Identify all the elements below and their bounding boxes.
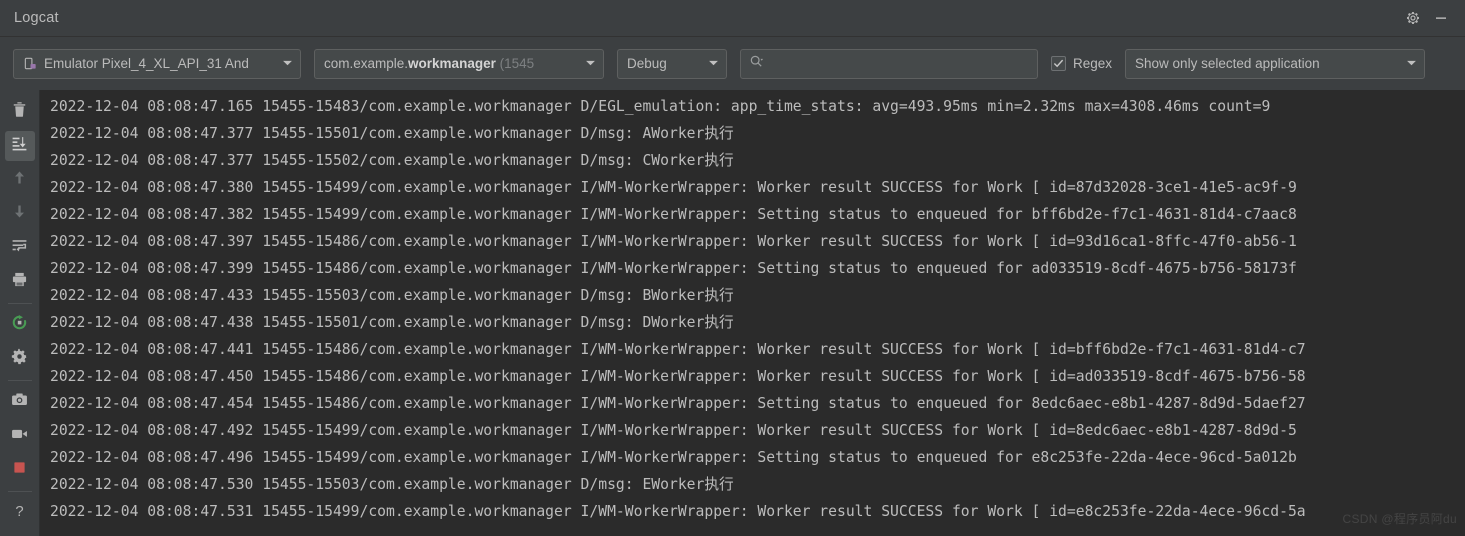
sidebar-divider	[7, 491, 32, 492]
log-line: 2022-12-04 08:08:47.399 15455-15486/com.…	[50, 260, 1297, 277]
scroll-to-end-button[interactable]	[4, 131, 35, 161]
process-package-prefix: com.example.	[324, 56, 409, 71]
device-selector[interactable]: Emulator Pixel_4_XL_API_31 And	[13, 48, 301, 79]
screenshot-button[interactable]	[5, 387, 35, 417]
arrow-down-icon	[11, 203, 28, 225]
restart-button[interactable]	[5, 310, 35, 340]
screen-record-button[interactable]	[5, 421, 35, 451]
camera-icon	[11, 391, 28, 413]
page-title: Logcat	[14, 10, 59, 26]
log-line: 2022-12-04 08:08:47.492 15455-15499/com.…	[50, 422, 1297, 439]
log-line: 2022-12-04 08:08:47.438 15455-15501/com.…	[50, 314, 734, 331]
logcat-body: ? 2022-12-04 08:08:47.165 15455-15483/co…	[0, 90, 1465, 536]
settings-button[interactable]	[5, 344, 35, 374]
process-package-name: workmanager	[408, 56, 496, 71]
log-line: 2022-12-04 08:08:47.397 15455-15486/com.…	[50, 233, 1297, 250]
log-line: 2022-12-04 08:08:47.496 15455-15499/com.…	[50, 449, 1297, 466]
search-box[interactable]	[740, 48, 1038, 79]
help-button[interactable]: ?	[5, 498, 35, 528]
soft-wrap-icon	[11, 237, 28, 259]
search-input[interactable]	[770, 56, 1029, 71]
chevron-down-icon	[1398, 56, 1417, 71]
logcat-window: Logcat Emulator Pixel_4_XL_API_31 And co…	[0, 0, 1465, 536]
chevron-down-icon	[274, 56, 293, 71]
process-selector-label: com.example.workmanager (1545	[324, 56, 534, 71]
device-selector-label: Emulator Pixel_4_XL_API_31 And	[44, 56, 249, 71]
minimize-icon[interactable]	[1427, 4, 1455, 32]
gear-icon	[11, 348, 28, 370]
log-line: 2022-12-04 08:08:47.531 15455-15499/com.…	[50, 503, 1306, 520]
down-button[interactable]	[5, 199, 35, 229]
regex-label: Regex	[1073, 56, 1113, 71]
search-icon	[749, 54, 764, 74]
regex-checkbox[interactable]: Regex	[1051, 56, 1112, 71]
logcat-sidebar: ?	[0, 90, 40, 536]
log-line: 2022-12-04 08:08:47.441 15455-15486/com.…	[50, 341, 1306, 358]
log-line: 2022-12-04 08:08:47.165 15455-15483/com.…	[50, 98, 1271, 115]
restart-icon	[11, 314, 28, 336]
sidebar-divider	[7, 380, 32, 381]
regex-checkbox-box[interactable]	[1051, 56, 1066, 71]
log-line: 2022-12-04 08:08:47.450 15455-15486/com.…	[50, 368, 1306, 385]
log-line: 2022-12-04 08:08:47.377 15455-15502/com.…	[50, 152, 734, 169]
log-output-pane[interactable]: 2022-12-04 08:08:47.165 15455-15483/com.…	[40, 90, 1465, 536]
print-button[interactable]	[5, 267, 35, 297]
trash-icon	[11, 101, 28, 123]
check-icon	[1053, 59, 1064, 68]
stop-square-icon	[11, 459, 28, 481]
sidebar-divider	[7, 303, 32, 304]
logcat-toolbar: Emulator Pixel_4_XL_API_31 And com.examp…	[0, 37, 1465, 90]
log-line: 2022-12-04 08:08:47.454 15455-15486/com.…	[50, 395, 1306, 412]
filter-selector[interactable]: Show only selected application	[1125, 48, 1426, 79]
log-line: 2022-12-04 08:08:47.433 15455-15503/com.…	[50, 287, 734, 304]
video-camera-icon	[11, 425, 28, 447]
gear-icon[interactable]	[1399, 4, 1427, 32]
stop-button[interactable]	[5, 455, 35, 485]
log-level-label: Debug	[627, 56, 667, 71]
filter-selector-label: Show only selected application	[1135, 56, 1320, 71]
process-selector[interactable]: com.example.workmanager (1545	[314, 48, 604, 79]
clear-logcat-button[interactable]	[5, 97, 35, 127]
log-level-selector[interactable]: Debug	[617, 48, 727, 79]
log-line: 2022-12-04 08:08:47.382 15455-15499/com.…	[50, 206, 1297, 223]
chevron-down-icon	[577, 56, 596, 71]
window-titlebar: Logcat	[0, 0, 1465, 37]
chevron-down-icon	[700, 56, 719, 71]
scroll-to-end-icon	[11, 135, 28, 157]
print-icon	[11, 271, 28, 293]
question-mark-icon: ?	[11, 502, 28, 524]
device-phone-icon	[23, 56, 38, 71]
log-line: 2022-12-04 08:08:47.377 15455-15501/com.…	[50, 125, 734, 142]
arrow-up-icon	[11, 169, 28, 191]
log-line: 2022-12-04 08:08:47.530 15455-15503/com.…	[50, 476, 734, 493]
svg-text:?: ?	[15, 504, 23, 519]
soft-wrap-button[interactable]	[5, 233, 35, 263]
up-button[interactable]	[5, 165, 35, 195]
process-pid: (1545	[495, 56, 535, 71]
log-line: 2022-12-04 08:08:47.380 15455-15499/com.…	[50, 179, 1297, 196]
